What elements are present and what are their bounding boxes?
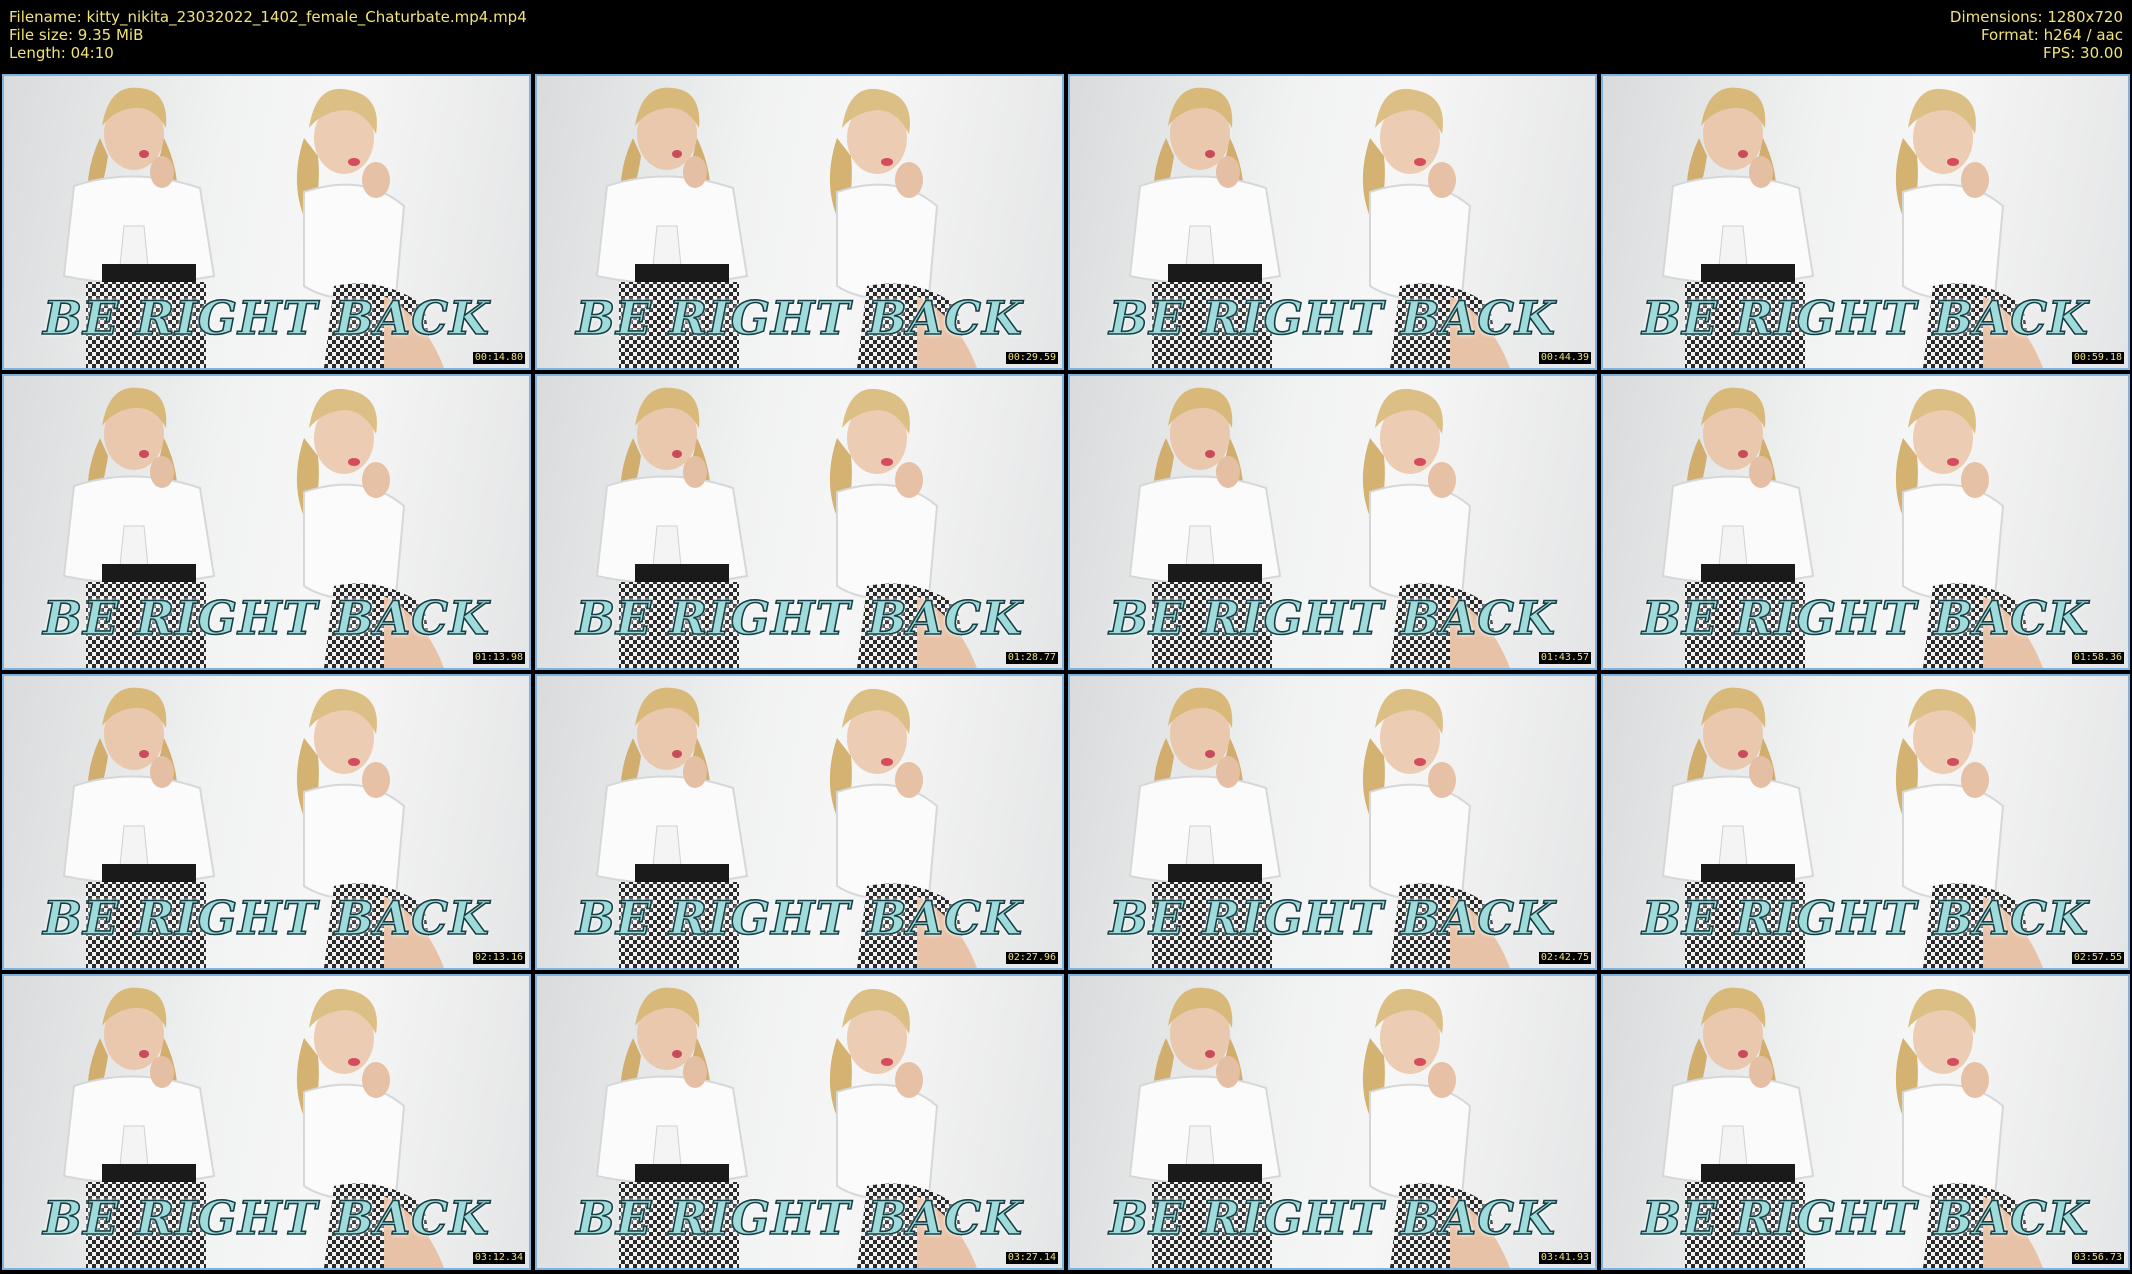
video-frame-thumbnail-12[interactable]: BE RIGHT BACK 02:57.55 (1601, 674, 2130, 970)
filename-line: Filename: kitty_nikita_23032022_1402_fem… (9, 8, 527, 26)
be-right-back-overlay: BE RIGHT BACK (42, 290, 490, 346)
be-right-back-overlay: BE RIGHT BACK (1641, 1190, 2089, 1246)
timestamp-label: 01:28.77 (1005, 652, 1058, 664)
video-frame-thumbnail-15[interactable]: BE RIGHT BACK 03:41.93 (1068, 974, 1597, 1270)
be-right-back-overlay: BE RIGHT BACK (1108, 590, 1556, 646)
filename-value: kitty_nikita_23032022_1402_female_Chatur… (86, 8, 527, 26)
file-info-right: Dimensions: 1280x720 Format: h264 / aac … (1950, 8, 2123, 62)
timestamp-label: 03:56.73 (2071, 1252, 2124, 1264)
be-right-back-overlay: BE RIGHT BACK (1108, 1190, 1556, 1246)
video-frame-thumbnail-1[interactable]: BE RIGHT BACK 00:14.80 (2, 74, 531, 370)
be-right-back-overlay: BE RIGHT BACK (1641, 590, 2089, 646)
video-frame-thumbnail-5[interactable]: BE RIGHT BACK 01:13.98 (2, 374, 531, 670)
thumbnail-grid: BE RIGHT BACK 00:14.80 BE RIGHT BACK 00:… (0, 72, 2132, 1274)
video-frame-thumbnail-10[interactable]: BE RIGHT BACK 02:27.96 (535, 674, 1064, 970)
video-frame-thumbnail-7[interactable]: BE RIGHT BACK 01:43.57 (1068, 374, 1597, 670)
timestamp-label: 00:14.80 (472, 352, 525, 364)
timestamp-label: 00:29.59 (1005, 352, 1058, 364)
video-frame-thumbnail-8[interactable]: BE RIGHT BACK 01:58.36 (1601, 374, 2130, 670)
timestamp-label: 02:42.75 (1538, 952, 1591, 964)
be-right-back-overlay: BE RIGHT BACK (1641, 290, 2089, 346)
timestamp-label: 01:58.36 (2071, 652, 2124, 664)
video-frame-thumbnail-3[interactable]: BE RIGHT BACK 00:44.39 (1068, 74, 1597, 370)
be-right-back-overlay: BE RIGHT BACK (42, 1190, 490, 1246)
filesize-value: 9.35 MiB (77, 26, 144, 44)
video-frame-thumbnail-6[interactable]: BE RIGHT BACK 01:28.77 (535, 374, 1064, 670)
format-value: h264 / aac (2043, 26, 2123, 44)
timestamp-label: 01:13.98 (472, 652, 525, 664)
contact-sheet-header: Filename: kitty_nikita_23032022_1402_fem… (0, 0, 2132, 72)
length-line: Length: 04:10 (9, 44, 114, 62)
fps-line: FPS: 30.00 (2043, 44, 2123, 62)
filesize-line: File size: 9.35 MiB (9, 26, 144, 44)
timestamp-label: 02:13.16 (472, 952, 525, 964)
timestamp-label: 03:12.34 (472, 1252, 525, 1264)
timestamp-label: 03:41.93 (1538, 1252, 1591, 1264)
be-right-back-overlay: BE RIGHT BACK (575, 1190, 1023, 1246)
be-right-back-overlay: BE RIGHT BACK (1641, 890, 2089, 946)
be-right-back-overlay: BE RIGHT BACK (42, 590, 490, 646)
video-frame-thumbnail-4[interactable]: BE RIGHT BACK 00:59.18 (1601, 74, 2130, 370)
video-frame-thumbnail-2[interactable]: BE RIGHT BACK 00:29.59 (535, 74, 1064, 370)
length-value: 04:10 (70, 44, 114, 62)
video-frame-thumbnail-16[interactable]: BE RIGHT BACK 03:56.73 (1601, 974, 2130, 1270)
timestamp-label: 03:27.14 (1005, 1252, 1058, 1264)
be-right-back-overlay: BE RIGHT BACK (575, 890, 1023, 946)
timestamp-label: 02:57.55 (2071, 952, 2124, 964)
be-right-back-overlay: BE RIGHT BACK (1108, 890, 1556, 946)
video-frame-thumbnail-13[interactable]: BE RIGHT BACK 03:12.34 (2, 974, 531, 1270)
fps-value: 30.00 (2080, 44, 2123, 62)
video-frame-thumbnail-14[interactable]: BE RIGHT BACK 03:27.14 (535, 974, 1064, 1270)
be-right-back-overlay: BE RIGHT BACK (575, 290, 1023, 346)
dimensions-value: 1280x720 (2047, 8, 2123, 26)
dimensions-line: Dimensions: 1280x720 (1949, 8, 2123, 26)
timestamp-label: 00:44.39 (1538, 352, 1591, 364)
timestamp-label: 01:43.57 (1538, 652, 1591, 664)
format-line: Format: h264 / aac (1980, 26, 2123, 44)
be-right-back-overlay: BE RIGHT BACK (42, 890, 490, 946)
video-frame-thumbnail-11[interactable]: BE RIGHT BACK 02:42.75 (1068, 674, 1597, 970)
file-info-left: Filename: kitty_nikita_23032022_1402_fem… (9, 8, 527, 62)
be-right-back-overlay: BE RIGHT BACK (1108, 290, 1556, 346)
timestamp-label: 00:59.18 (2071, 352, 2124, 364)
be-right-back-overlay: BE RIGHT BACK (575, 590, 1023, 646)
timestamp-label: 02:27.96 (1005, 952, 1058, 964)
video-frame-thumbnail-9[interactable]: BE RIGHT BACK 02:13.16 (2, 674, 531, 970)
